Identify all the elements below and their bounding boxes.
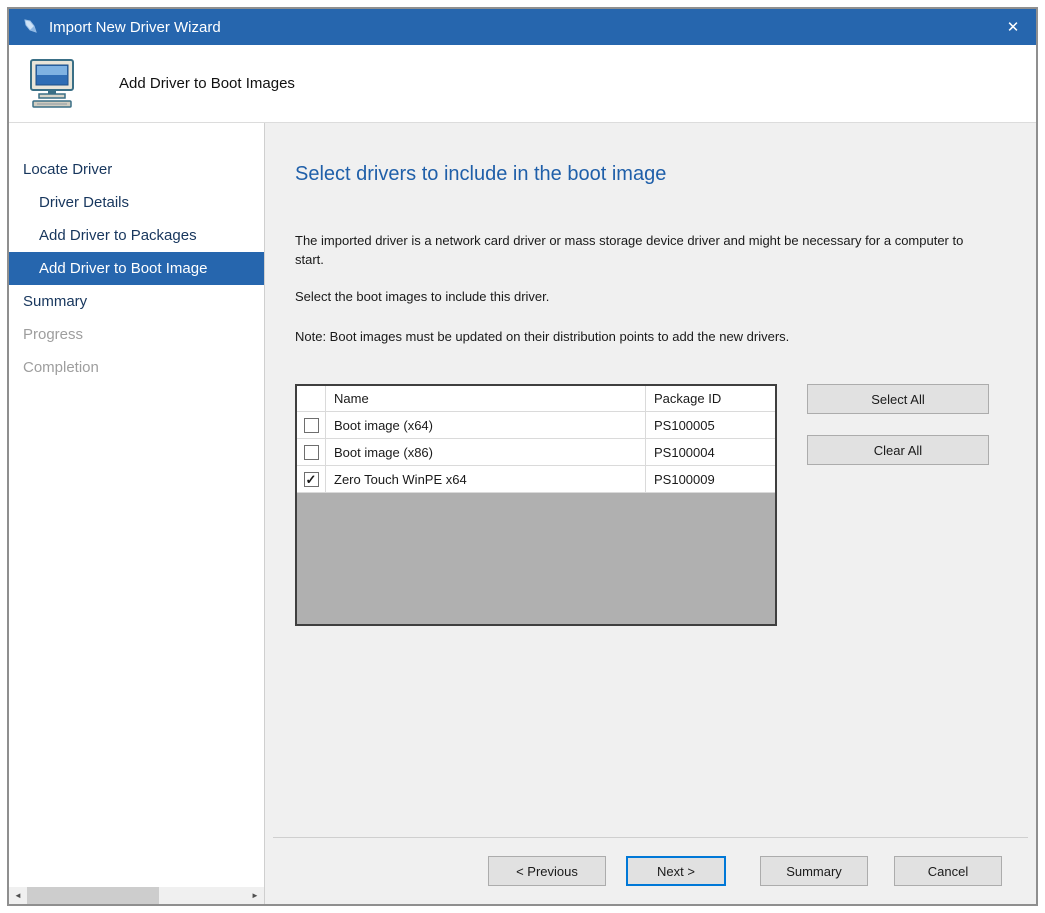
sidebar-item-driver-details[interactable]: Driver Details (9, 186, 264, 219)
boot-image-selection-zone: Name Package ID ✓ Boot image (x64) PS100… (295, 384, 1006, 626)
sidebar-horizontal-scrollbar[interactable]: ◄ ► (9, 887, 264, 904)
boot-image-x86-checkbox[interactable]: ✓ (304, 445, 319, 460)
name-column-header: Name (326, 386, 646, 411)
note-text: Note: Boot images must be updated on the… (295, 328, 995, 347)
checkbox-column-header (297, 386, 326, 411)
wizard-window: Import New Driver Wizard ✕ Add Driver to… (7, 7, 1038, 906)
wizard-footer: < Previous Next > Summary Cancel (273, 837, 1028, 904)
package-id-column-header: Package ID (646, 386, 775, 411)
previous-button[interactable]: < Previous (488, 856, 606, 886)
boot-image-name: Zero Touch WinPE x64 (326, 466, 646, 492)
import-driver-icon (21, 18, 39, 36)
select-all-button[interactable]: Select All (807, 384, 989, 414)
summary-button[interactable]: Summary (760, 856, 868, 886)
table-row[interactable]: ✓ Zero Touch WinPE x64 PS100009 (297, 466, 775, 493)
boot-image-x64-checkbox[interactable]: ✓ (304, 418, 319, 433)
sidebar-item-summary[interactable]: Summary (9, 285, 264, 318)
scrollbar-thumb[interactable] (27, 887, 159, 904)
table-row[interactable]: ✓ Boot image (x86) PS100004 (297, 439, 775, 466)
package-id: PS100004 (646, 439, 775, 465)
title-bar: Import New Driver Wizard ✕ (9, 9, 1036, 45)
computer-icon (25, 58, 85, 110)
package-id: PS100005 (646, 412, 775, 438)
cancel-button[interactable]: Cancel (894, 856, 1002, 886)
clear-all-button[interactable]: Clear All (807, 435, 989, 465)
wizard-steps-sidebar: Locate Driver Driver Details Add Driver … (9, 123, 265, 904)
sidebar-item-progress: Progress (9, 318, 264, 351)
package-id: PS100009 (646, 466, 775, 492)
boot-image-name: Boot image (x64) (326, 412, 646, 438)
instruction-text: Select the boot images to include this d… (295, 288, 995, 307)
table-header-row: Name Package ID (297, 386, 775, 412)
close-icon[interactable]: ✕ (990, 9, 1036, 45)
sidebar-item-add-driver-to-packages[interactable]: Add Driver to Packages (9, 219, 264, 252)
header-title: Add Driver to Boot Images (119, 75, 295, 92)
wizard-header: Add Driver to Boot Images (9, 45, 1036, 123)
scroll-right-icon[interactable]: ► (246, 887, 264, 904)
sidebar-item-completion: Completion (9, 351, 264, 384)
check-icon: ✓ (306, 473, 317, 486)
table-action-buttons: Select All Clear All (807, 384, 989, 626)
zero-touch-winpe-checkbox[interactable]: ✓ (304, 472, 319, 487)
window-title: Import New Driver Wizard (49, 19, 221, 36)
sidebar-item-add-driver-to-boot-image[interactable]: Add Driver to Boot Image (9, 252, 264, 285)
main-area: Locate Driver Driver Details Add Driver … (9, 123, 1036, 904)
description-text: The imported driver is a network card dr… (295, 232, 995, 270)
boot-images-table: Name Package ID ✓ Boot image (x64) PS100… (295, 384, 777, 626)
scroll-left-icon[interactable]: ◄ (9, 887, 27, 904)
sidebar-item-locate-driver[interactable]: Locate Driver (9, 153, 264, 186)
next-button[interactable]: Next > (626, 856, 726, 886)
content-pane: Select drivers to include in the boot im… (265, 123, 1036, 904)
table-empty-area (297, 493, 775, 624)
page-title: Select drivers to include in the boot im… (295, 163, 1006, 186)
table-row[interactable]: ✓ Boot image (x64) PS100005 (297, 412, 775, 439)
boot-image-name: Boot image (x86) (326, 439, 646, 465)
